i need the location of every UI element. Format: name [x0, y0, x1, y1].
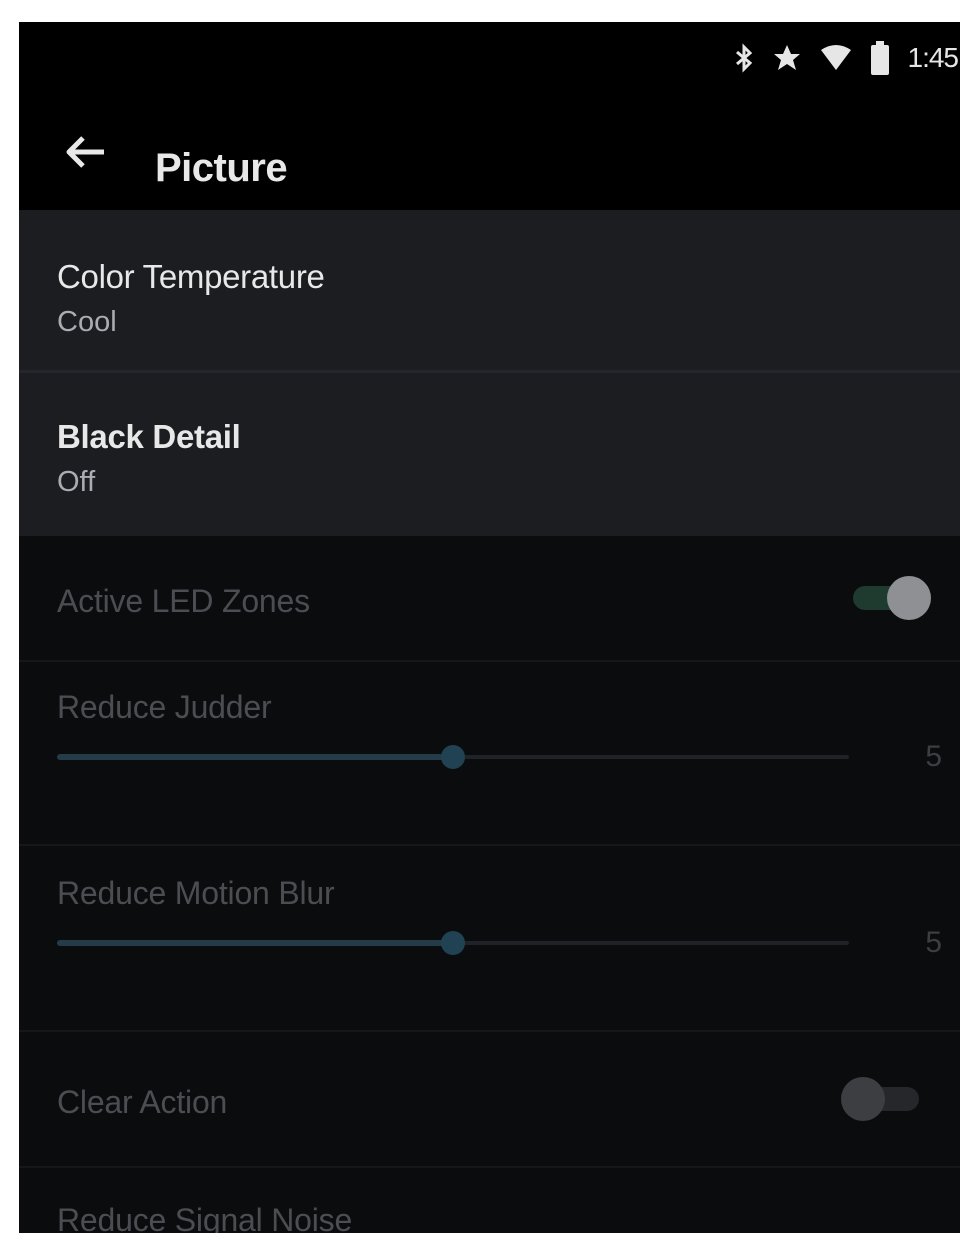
settings-screen: 1:45 Picture Color Temperature Cool Blac…: [19, 22, 960, 1233]
reduce-judder-item[interactable]: Reduce Judder 5: [19, 662, 960, 842]
back-arrow-icon: [64, 135, 106, 174]
reduce-judder-value: 5: [925, 740, 942, 773]
slider-fill: [57, 754, 453, 760]
status-bar: 1:45: [19, 22, 960, 94]
star-icon: [772, 43, 802, 73]
bluetooth-icon: [734, 43, 754, 73]
color-temperature-title: Color Temperature: [57, 258, 325, 295]
toggle-knob: [841, 1077, 885, 1121]
reduce-signal-noise-title: Reduce Signal Noise: [57, 1202, 353, 1233]
toggle-knob: [887, 576, 931, 620]
reduce-judder-title: Reduce Judder: [57, 689, 272, 725]
black-detail-value: Off: [57, 466, 96, 498]
app-bar: Picture: [19, 94, 960, 210]
active-led-zones-toggle[interactable]: [847, 574, 931, 622]
clear-action-toggle[interactable]: [841, 1075, 925, 1123]
reduce-motion-blur-slider[interactable]: [57, 928, 849, 958]
status-icons: 1:45: [734, 38, 959, 78]
color-temperature-item[interactable]: Color Temperature Cool: [19, 210, 960, 373]
active-led-zones-title: Active LED Zones: [57, 583, 310, 619]
color-temperature-value: Cool: [57, 306, 117, 338]
reduce-motion-blur-value: 5: [925, 926, 942, 959]
reduce-motion-blur-title: Reduce Motion Blur: [57, 875, 335, 911]
black-detail-title: Black Detail: [57, 418, 241, 455]
back-button[interactable]: [59, 128, 111, 180]
reduce-signal-noise-item[interactable]: Reduce Signal Noise: [19, 1168, 960, 1233]
status-time: 1:45: [907, 42, 959, 73]
page-title: Picture: [155, 146, 288, 190]
active-led-zones-item[interactable]: Active LED Zones: [19, 536, 960, 660]
wifi-icon: [820, 44, 852, 72]
slider-fill: [57, 940, 453, 946]
slider-thumb[interactable]: [441, 745, 465, 769]
battery-icon: [870, 41, 890, 75]
clear-action-item[interactable]: Clear Action: [19, 1032, 960, 1166]
reduce-judder-slider[interactable]: [57, 742, 849, 772]
black-detail-item[interactable]: Black Detail Off: [19, 373, 960, 536]
clear-action-title: Clear Action: [57, 1084, 228, 1120]
slider-thumb[interactable]: [441, 931, 465, 955]
reduce-motion-blur-item[interactable]: Reduce Motion Blur 5: [19, 846, 960, 1028]
